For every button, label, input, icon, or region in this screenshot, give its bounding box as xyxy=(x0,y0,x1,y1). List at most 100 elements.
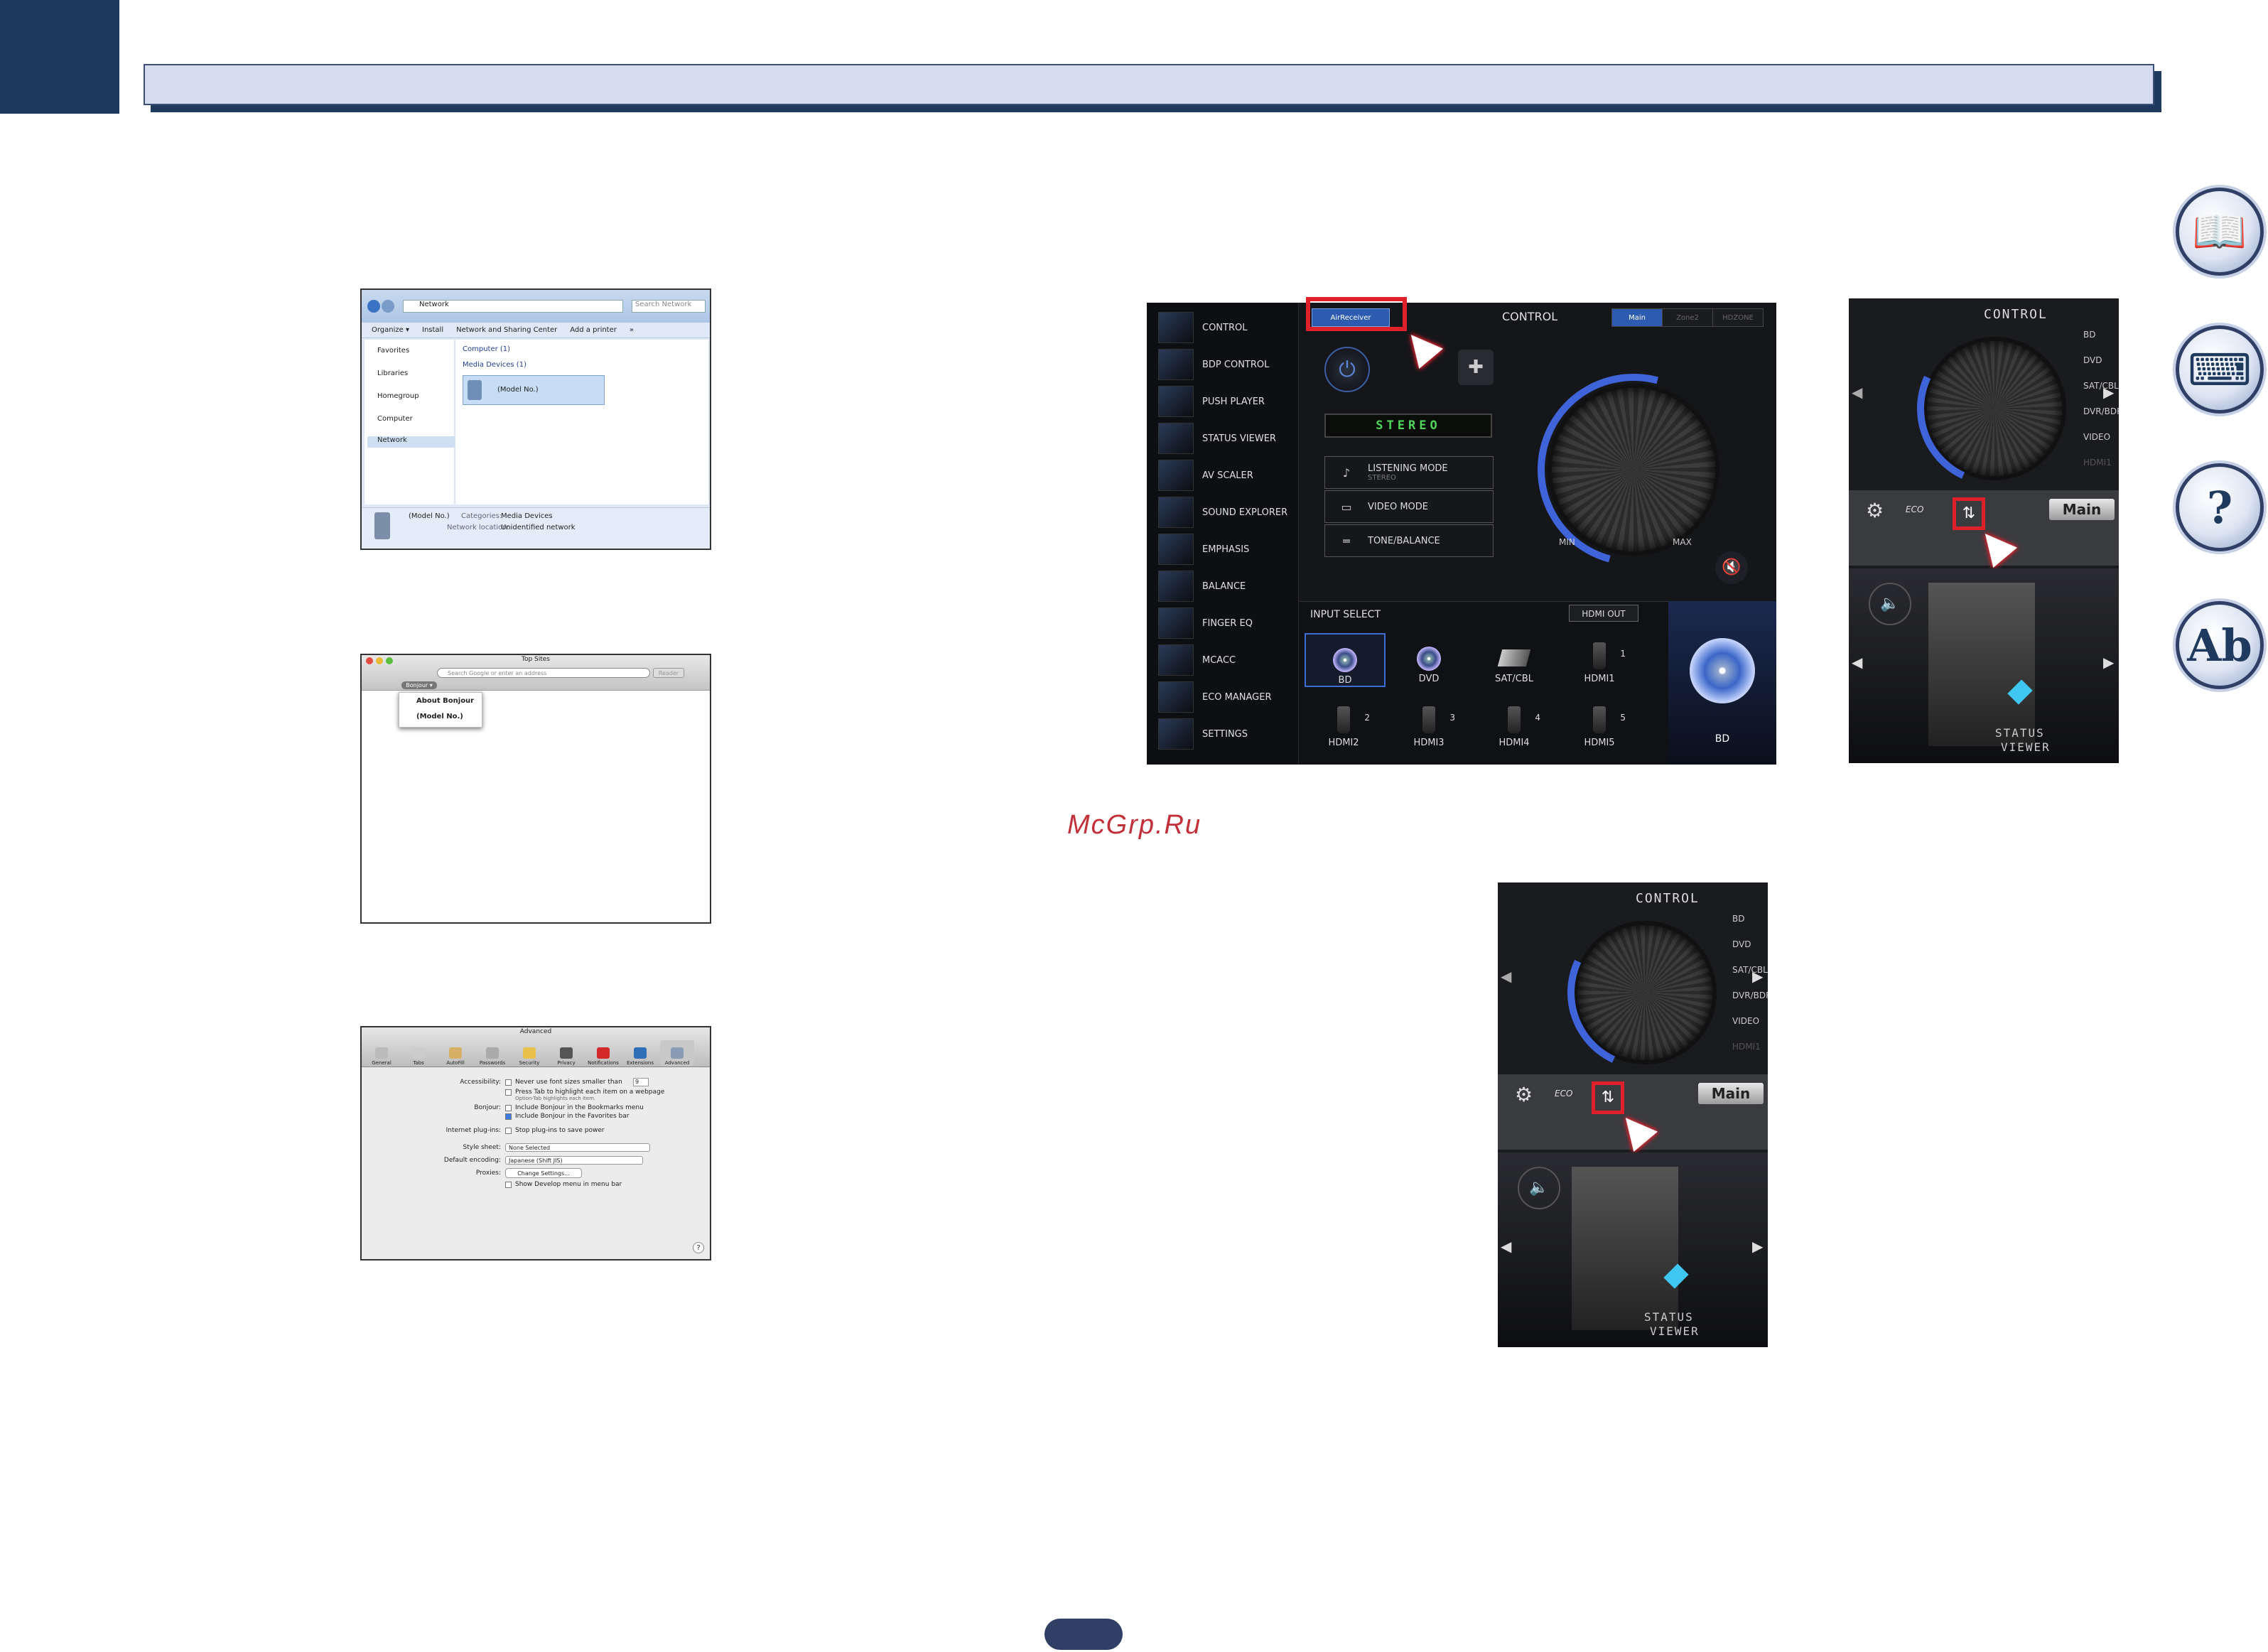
phone1-speaker-icon[interactable]: 🔈 xyxy=(1869,583,1911,625)
phone2-list-item[interactable]: HDMI1 xyxy=(1732,1042,1761,1052)
url-field[interactable]: Search Google or enter an address xyxy=(437,668,650,678)
phone1-list-item[interactable]: VIDEO xyxy=(2083,432,2110,442)
nav-favorites[interactable]: Favorites xyxy=(377,347,409,355)
prefs-checkbox[interactable] xyxy=(505,1089,512,1096)
source-hdmi4[interactable]: 4 HDMI4 xyxy=(1475,697,1553,748)
source-dvd[interactable]: DVD xyxy=(1390,633,1468,684)
source-hdmi3[interactable]: 3 HDMI3 xyxy=(1390,697,1468,748)
help-button[interactable]: ? xyxy=(693,1242,704,1253)
phone2-left-arrow-icon[interactable]: ◀ xyxy=(1501,968,1511,985)
mute-icon[interactable]: 🔇 xyxy=(1715,551,1748,584)
change-settings-button[interactable]: Change Settings... xyxy=(505,1168,582,1178)
mode-row[interactable]: ♪ LISTENING MODE STEREO xyxy=(1324,456,1494,489)
help-icon[interactable]: ? xyxy=(2176,463,2264,551)
nav-libraries[interactable]: Libraries xyxy=(377,369,408,377)
prefs-row-label[interactable]: Accessibility: xyxy=(362,1079,501,1086)
control-menu-item[interactable]: SOUND EXPLORER xyxy=(1147,495,1299,530)
phone2-right-arrow-icon[interactable]: ▶ xyxy=(1752,968,1763,985)
group-computer[interactable]: Computer (1) xyxy=(463,345,510,353)
control-menu-item[interactable]: EMPHASIS xyxy=(1147,531,1299,567)
abc-icon[interactable]: Ab xyxy=(2176,601,2264,689)
prefs-tab-tabs[interactable]: Tabs xyxy=(401,1040,436,1066)
mode-row[interactable]: ═ TONE/BALANCE xyxy=(1324,524,1494,557)
phone2-list-item[interactable]: DVD xyxy=(1732,939,1751,949)
bonjour-button[interactable]: Bonjour ▾ xyxy=(401,681,437,689)
phone1-list-item[interactable]: DVD xyxy=(2083,355,2102,365)
prefs-select[interactable]: Japanese (Shift JIS) xyxy=(505,1156,643,1165)
control-menu-item[interactable]: SETTINGS xyxy=(1147,716,1299,752)
prefs-row-label[interactable]: Internet plug-ins: xyxy=(362,1127,501,1134)
volume-knob[interactable] xyxy=(1552,388,1715,551)
add-printer-button[interactable]: Add a printer xyxy=(570,326,617,334)
back-icon[interactable] xyxy=(367,300,380,313)
prefs-tab-autofill[interactable]: AutoFill xyxy=(438,1040,472,1066)
prefs-tab-advanced[interactable]: Advanced xyxy=(660,1040,694,1066)
phone2-bottom-right-arrow-icon[interactable]: ▶ xyxy=(1752,1238,1763,1255)
prefs-row-label[interactable]: Bonjour: xyxy=(362,1104,501,1111)
source-hdmi2[interactable]: 2 HDMI2 xyxy=(1305,697,1383,748)
phone1-hdmi-icon[interactable]: ⇅ xyxy=(1953,497,1985,530)
prefs-checkbox[interactable] xyxy=(505,1182,512,1188)
control-menu-item[interactable]: PUSH PLAYER xyxy=(1147,384,1299,419)
prefs-tab-passwords[interactable]: Passwords xyxy=(475,1040,509,1066)
phone2-hdmi-icon[interactable]: ⇅ xyxy=(1592,1081,1624,1114)
prefs-checkbox[interactable] xyxy=(505,1079,512,1086)
phone2-list-item[interactable]: BD xyxy=(1732,914,1744,924)
control-menu-item[interactable]: ECO MANAGER xyxy=(1147,679,1299,715)
prefs-row-label[interactable]: Proxies: xyxy=(362,1170,501,1177)
more-button[interactable]: » xyxy=(630,326,634,334)
phone1-list-item[interactable]: BD xyxy=(2083,330,2095,340)
prefs-tab-general[interactable]: General xyxy=(364,1040,399,1066)
source-bd[interactable]: BD xyxy=(1305,633,1386,687)
model-bonjour-item[interactable]: (Model No.) xyxy=(416,713,463,720)
phone1-bottom-left-arrow-icon[interactable]: ◀ xyxy=(1852,654,1862,671)
zone-main-tab[interactable]: Main xyxy=(1612,309,1662,326)
phone1-settings-icon[interactable]: ⚙ xyxy=(1866,499,1884,522)
media-device-item[interactable]: (Model No.) xyxy=(463,375,605,405)
remote-icon[interactable]: ⌨ xyxy=(2176,325,2264,414)
phone2-eco-icon[interactable]: ECO xyxy=(1555,1089,1572,1098)
phone2-speaker-icon[interactable]: 🔈 xyxy=(1518,1167,1560,1209)
prefs-tab-security[interactable]: Security xyxy=(512,1040,546,1066)
organize-button[interactable]: Organize ▾ xyxy=(372,326,409,334)
about-bonjour-item[interactable]: About Bonjour xyxy=(416,697,474,705)
phone1-right-arrow-icon[interactable]: ▶ xyxy=(2103,384,2114,401)
zone-zone2-tab[interactable]: Zone2 xyxy=(1662,309,1712,326)
nav-network[interactable]: Network xyxy=(367,436,461,448)
zone-hdzone-tab[interactable]: HDZONE xyxy=(1712,309,1763,326)
phone2-settings-icon[interactable]: ⚙ xyxy=(1515,1083,1533,1106)
reader-button[interactable]: Reader xyxy=(653,668,684,678)
search-input[interactable]: Search Network xyxy=(632,300,706,313)
prefs-tab-extensions[interactable]: Extensions xyxy=(623,1040,657,1066)
control-menu-item[interactable]: BDP CONTROL xyxy=(1147,347,1299,382)
control-menu-item[interactable]: AV SCALER xyxy=(1147,458,1299,493)
phone2-list-item[interactable]: VIDEO xyxy=(1732,1016,1759,1026)
phone1-left-arrow-icon[interactable]: ◀ xyxy=(1852,384,1862,401)
nav-homegroup[interactable]: Homegroup xyxy=(377,392,419,400)
book-icon[interactable]: 📖 xyxy=(2176,188,2264,276)
forward-icon[interactable] xyxy=(382,300,394,313)
phone2-bottom-left-arrow-icon[interactable]: ◀ xyxy=(1501,1238,1511,1255)
control-menu-item[interactable]: STATUS VIEWER xyxy=(1147,421,1299,456)
source-sat-cbl[interactable]: SAT/CBL xyxy=(1475,633,1553,684)
control-menu-item[interactable]: CONTROL xyxy=(1147,310,1299,345)
phone1-bottom-right-arrow-icon[interactable]: ▶ xyxy=(2103,654,2114,671)
group-media-devices[interactable]: Media Devices (1) xyxy=(463,361,526,369)
prefs-tab-notifications[interactable]: Notifications xyxy=(586,1040,620,1066)
prefs-checkbox[interactable] xyxy=(505,1113,512,1120)
font-size-select[interactable]: 9 xyxy=(633,1078,649,1086)
phone2-main-button[interactable]: Main xyxy=(1698,1083,1764,1104)
power-icon[interactable]: ⏻ xyxy=(1324,347,1370,392)
nav-computer[interactable]: Computer xyxy=(377,415,413,423)
control-menu-item[interactable]: MCACC xyxy=(1147,642,1299,678)
prefs-select[interactable]: None Selected xyxy=(505,1143,650,1152)
control-menu-item[interactable]: BALANCE xyxy=(1147,568,1299,604)
prefs-row-label[interactable]: Style sheet: xyxy=(362,1144,502,1151)
prefs-checkbox[interactable] xyxy=(505,1105,512,1111)
phone1-list-item[interactable]: DVR/BDR xyxy=(2083,406,2119,416)
prefs-row-label[interactable]: Default encoding: xyxy=(362,1157,501,1164)
mode-row[interactable]: ▭ VIDEO MODE xyxy=(1324,490,1494,523)
install-button[interactable]: Install xyxy=(422,326,443,334)
phone2-list-item[interactable]: DVR/BDR xyxy=(1732,990,1768,1000)
phone1-main-button[interactable]: Main xyxy=(2049,499,2115,520)
